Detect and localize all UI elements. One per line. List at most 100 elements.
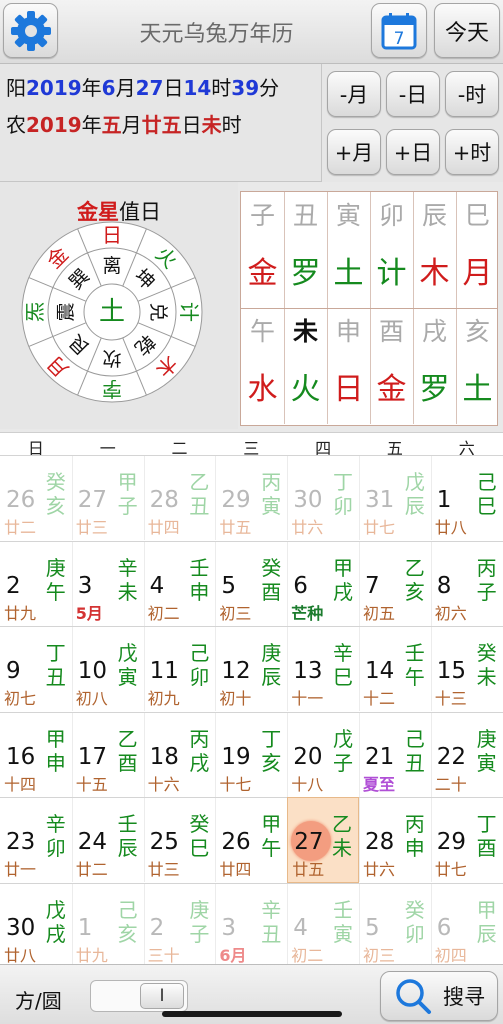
day-ganzhi: 甲申 xyxy=(45,726,66,775)
hour-branch: 戌 xyxy=(421,317,447,346)
solar-minute-unit: 分 xyxy=(259,76,280,100)
view-mode-toggle-knob[interactable]: I xyxy=(140,983,184,1009)
date-nav-pad: -月 -日 -时 +月 +日 +时 xyxy=(322,64,503,182)
minus-hour-button[interactable]: -时 xyxy=(445,71,499,117)
day-cell[interactable]: 4 壬申 初二 xyxy=(143,540,216,627)
day-cell[interactable]: 2 庚子 三十 xyxy=(143,882,216,969)
day-cell[interactable]: 30 戊戌 廿八 xyxy=(0,882,72,969)
day-ganzhi: 辛未 xyxy=(117,555,138,604)
calendar-button[interactable]: 7 xyxy=(371,3,427,58)
day-cell[interactable]: 29 丙寅 廿五 xyxy=(215,455,288,541)
hour-branch: 申 xyxy=(335,317,361,346)
day-cell[interactable]: 18 丙戌 十六 xyxy=(143,711,216,798)
day-cell[interactable]: 4 壬寅 初二 xyxy=(287,882,359,969)
day-cell[interactable]: 23 辛卯 廿一 xyxy=(0,797,72,883)
day-number: 6 xyxy=(293,572,308,599)
day-cell[interactable]: 3 辛未 5月 xyxy=(71,540,144,627)
minus-day-button[interactable]: -日 xyxy=(386,71,440,117)
day-cell[interactable]: 3 辛丑 6月 xyxy=(215,882,288,969)
day-cell[interactable]: 21 己丑 夏至 xyxy=(359,711,431,798)
day-ganzhi: 丁丑 xyxy=(45,641,66,689)
day-ganzhi: 己丑 xyxy=(404,726,425,775)
day-cell[interactable]: 7 乙亥 初五 xyxy=(359,540,431,627)
minus-month-button[interactable]: -月 xyxy=(327,71,381,117)
wheel-star: 计 xyxy=(177,302,201,322)
day-cell[interactable]: 25 癸巳 廿三 xyxy=(143,797,216,883)
day-ganzhi: 庚辰 xyxy=(261,641,282,689)
day-cell[interactable]: 8 丙子 初六 xyxy=(430,540,503,627)
day-cell[interactable]: 1 己巳 廿八 xyxy=(430,455,503,541)
day-cell[interactable]: 28 丙申 廿六 xyxy=(359,797,431,883)
lunar-prefix: 农 xyxy=(6,113,26,137)
day-number: 30 xyxy=(293,487,323,513)
lunar-day: 十四 xyxy=(4,774,37,794)
day-cell[interactable]: 16 甲申 十四 xyxy=(0,711,72,798)
day-cell[interactable]: 26 癸亥 廿二 xyxy=(0,455,72,541)
day-number: 15 xyxy=(436,658,467,684)
view-mode-toggle[interactable]: I xyxy=(90,980,188,1012)
day-number: 4 xyxy=(293,914,308,941)
day-ganzhi: 乙酉 xyxy=(117,726,138,775)
day-cell[interactable]: 20 戊子 十八 xyxy=(287,711,359,798)
lunar-year-unit: 年 xyxy=(81,113,102,137)
day-cell[interactable]: 27 甲子 廿三 xyxy=(71,455,144,541)
plus-hour-button[interactable]: +时 xyxy=(445,129,499,175)
day-number: 30 xyxy=(6,914,36,941)
calendar-icon-day: 7 xyxy=(394,29,405,49)
day-cell[interactable]: 10 戊寅 初八 xyxy=(71,626,144,712)
lunar-month: 5月 xyxy=(75,603,103,623)
hour-star: 月 xyxy=(462,256,493,291)
day-number: 1 xyxy=(436,487,452,513)
day-number: 3 xyxy=(221,914,237,941)
gear-icon xyxy=(10,10,51,51)
day-cell[interactable]: 28 乙丑 廿四 xyxy=(143,455,216,541)
solar-day: 27 xyxy=(135,76,164,100)
day-ganzhi: 甲戌 xyxy=(332,555,353,604)
day-cell[interactable]: 5 癸酉 初三 xyxy=(215,540,288,627)
day-cell[interactable]: 12 庚辰 初十 xyxy=(215,626,288,712)
search-button[interactable]: 搜寻 xyxy=(380,971,498,1021)
day-ganzhi: 戊子 xyxy=(332,726,353,775)
duty-star-panel: 金星值日 日离火坤计兑木乾孛坎月艮炁震金巽土 xyxy=(0,182,238,429)
hour-branch: 巳 xyxy=(464,201,490,230)
lunar-month: 五 xyxy=(101,113,122,137)
day-cell[interactable]: 17 乙酉 十五 xyxy=(71,711,144,798)
day-cell[interactable]: 26 甲午 廿四 xyxy=(215,797,288,883)
day-cell[interactable]: 22 庚寅 二十 xyxy=(430,711,503,798)
grid-divider xyxy=(284,308,285,424)
lunar-day: 二十 xyxy=(434,774,467,794)
lunar-year: 2019 xyxy=(26,113,82,137)
day-cell[interactable]: 24 壬辰 廿二 xyxy=(71,797,144,883)
grid-divider xyxy=(413,192,414,308)
today-button[interactable]: 今天 xyxy=(434,3,500,58)
lunar-term: 芒种 xyxy=(291,603,324,623)
day-cell[interactable]: 5 癸卯 初三 xyxy=(359,882,431,969)
day-cell[interactable]: 14 壬午 十二 xyxy=(359,626,431,712)
plus-day-button[interactable]: +日 xyxy=(386,129,440,175)
day-cell[interactable]: 6 甲辰 初四 xyxy=(430,882,503,969)
day-cell[interactable]: 29 丁酉 廿七 xyxy=(430,797,503,883)
day-cell[interactable]: 13 辛巳 十一 xyxy=(287,626,359,712)
day-ganzhi: 丙戌 xyxy=(189,726,210,775)
day-cell[interactable]: 19 丁亥 十七 xyxy=(215,711,288,798)
day-number: 28 xyxy=(365,829,395,855)
lunar-day: 廿一 xyxy=(4,860,37,879)
day-cell-selected[interactable]: 27 乙未 廿五 xyxy=(287,797,359,883)
day-cell[interactable]: 1 己亥 廿九 xyxy=(71,882,144,969)
grid-divider xyxy=(284,192,285,308)
hour-star: 金 xyxy=(247,256,278,291)
day-cell[interactable]: 6 甲戌 芒种 xyxy=(287,540,359,627)
lunar-day: 廿五 xyxy=(219,518,252,537)
grid-divider xyxy=(456,192,457,308)
day-cell[interactable]: 30 丁卯 廿六 xyxy=(287,455,359,541)
plus-month-button[interactable]: +月 xyxy=(327,129,381,175)
day-cell[interactable]: 11 己卯 初九 xyxy=(143,626,216,712)
day-ganzhi: 丙申 xyxy=(404,812,425,860)
day-cell[interactable]: 31 戊辰 廿七 xyxy=(359,455,431,541)
day-cell[interactable]: 2 庚午 廿九 xyxy=(0,540,72,627)
day-ganzhi: 乙亥 xyxy=(404,555,425,604)
solar-month: 6 xyxy=(101,76,116,100)
day-cell[interactable]: 9 丁丑 初七 xyxy=(0,626,72,712)
day-cell[interactable]: 15 癸未 十三 xyxy=(430,626,503,712)
settings-button[interactable] xyxy=(3,3,58,58)
